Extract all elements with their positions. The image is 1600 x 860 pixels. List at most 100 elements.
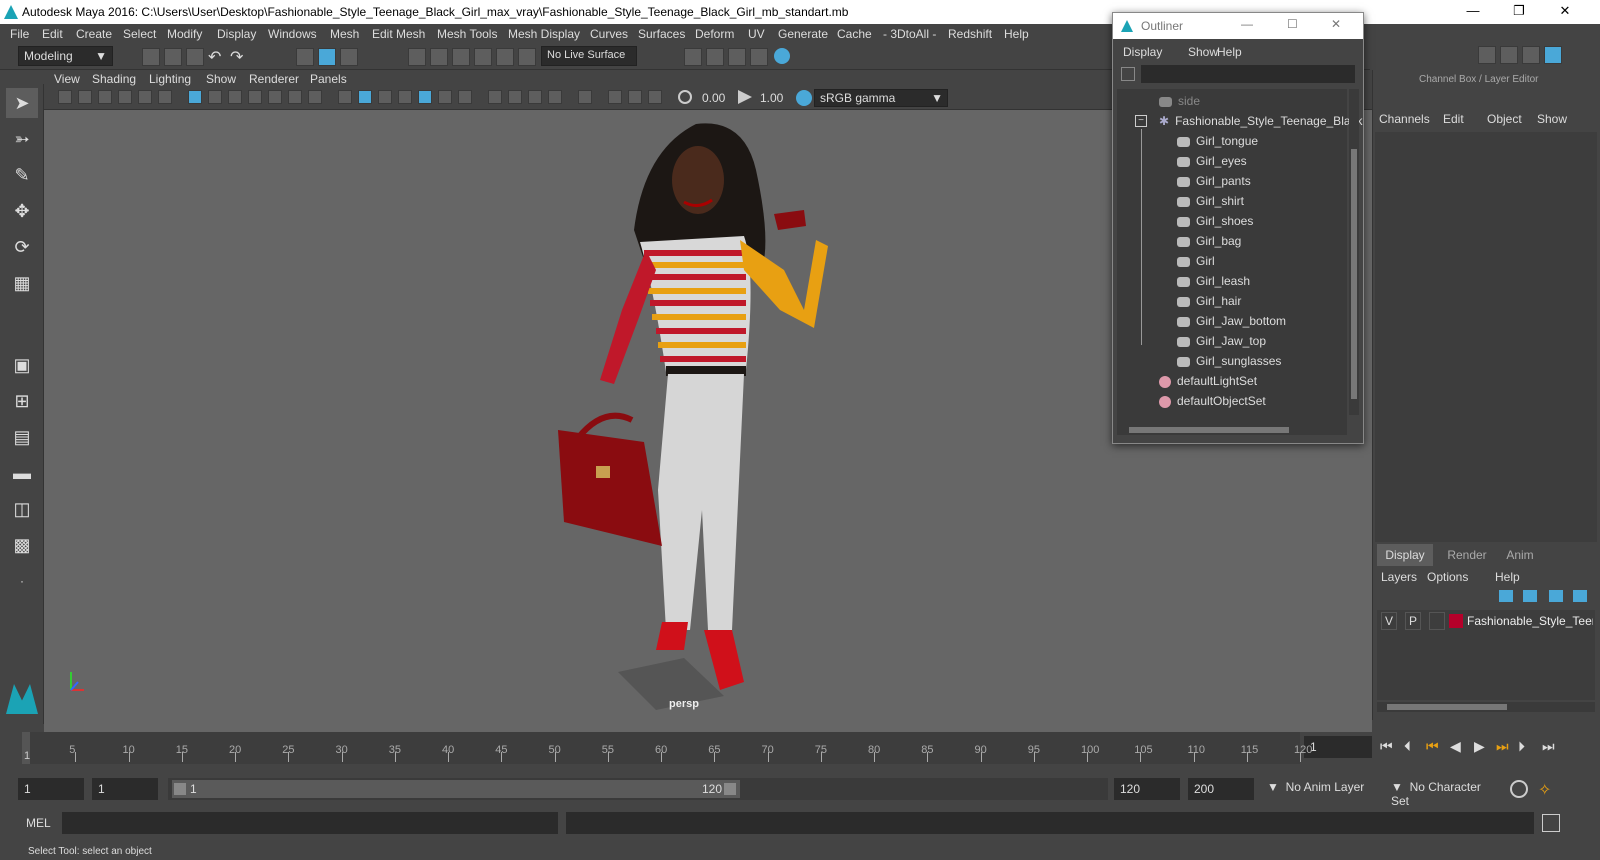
menu-mesh[interactable]: Mesh bbox=[330, 27, 359, 41]
tab-anim[interactable]: Anim bbox=[1495, 544, 1545, 566]
lights-icon[interactable] bbox=[438, 90, 452, 104]
color-space-dropdown[interactable]: sRGB gamma ▼ bbox=[814, 89, 948, 107]
outliner-menu-show[interactable]: Show bbox=[1188, 45, 1218, 59]
restore-button[interactable]: ❐ bbox=[1496, 0, 1542, 24]
outliner-item[interactable]: Girl_eyes bbox=[1177, 151, 1247, 171]
step-back-icon[interactable]: ⏴ bbox=[1404, 738, 1411, 755]
snap-grid-icon[interactable] bbox=[408, 48, 426, 66]
outliner-item[interactable]: Girl_pants bbox=[1177, 171, 1251, 191]
grid-toggle-icon[interactable] bbox=[188, 90, 202, 104]
snap-point-icon[interactable] bbox=[452, 48, 470, 66]
filter-icon[interactable] bbox=[1121, 67, 1135, 81]
snap-live-icon[interactable] bbox=[518, 48, 536, 66]
go-to-start-icon[interactable]: ⏮ bbox=[1380, 738, 1393, 755]
select-hierarchy-icon[interactable] bbox=[296, 48, 314, 66]
gate-mask-icon[interactable] bbox=[248, 90, 262, 104]
panel-menu-renderer[interactable]: Renderer bbox=[249, 72, 299, 86]
xray-joints-icon[interactable] bbox=[628, 90, 642, 104]
new-layer-selected-icon[interactable] bbox=[1573, 590, 1587, 602]
outliner-item[interactable]: Girl_tongue bbox=[1177, 131, 1258, 151]
panel-menu-show[interactable]: Show bbox=[206, 72, 236, 86]
paint-select-icon[interactable]: ✎ bbox=[6, 160, 38, 190]
new-scene-icon[interactable] bbox=[142, 48, 160, 66]
hypershade-icon[interactable] bbox=[774, 48, 790, 64]
safe-action-icon[interactable] bbox=[288, 90, 302, 104]
outliner-item[interactable]: Girl_sunglasses bbox=[1177, 351, 1281, 371]
playback-start-field[interactable]: 1 bbox=[92, 778, 158, 800]
outliner-item[interactable]: Girl_hair bbox=[1177, 291, 1241, 311]
outliner-item[interactable]: Girl_bag bbox=[1177, 231, 1241, 251]
outliner-item[interactable]: Girl_Jaw_top bbox=[1177, 331, 1266, 351]
color-management-icon[interactable] bbox=[796, 90, 812, 106]
outliner-item[interactable]: Girl_Jaw_bottom bbox=[1177, 311, 1286, 331]
mel-input[interactable] bbox=[62, 812, 558, 834]
render-frame-icon[interactable] bbox=[684, 48, 702, 66]
redo-icon[interactable]: ↷ bbox=[230, 47, 243, 67]
range-start-handle[interactable] bbox=[174, 783, 186, 795]
more-layouts-icon[interactable]: · bbox=[6, 566, 38, 596]
select-tool-icon[interactable]: ➤ bbox=[6, 88, 38, 118]
tab-display[interactable]: Display bbox=[1377, 544, 1433, 566]
step-forward-key-icon[interactable]: ⏭ bbox=[1496, 738, 1509, 755]
step-back-key-icon[interactable]: ⏮ bbox=[1426, 738, 1439, 755]
playback-end-field[interactable]: 120 bbox=[1114, 778, 1180, 800]
menu-generate[interactable]: Generate bbox=[778, 27, 828, 41]
menu-uv[interactable]: UV bbox=[748, 27, 765, 41]
panel-menu-lighting[interactable]: Lighting bbox=[149, 72, 191, 86]
scroll-thumb[interactable] bbox=[1129, 427, 1289, 433]
panel-menu-panels[interactable]: Panels bbox=[310, 72, 347, 86]
outliner-menu-display[interactable]: Display bbox=[1123, 45, 1162, 59]
resolution-gate-icon[interactable] bbox=[228, 90, 242, 104]
menu-curves[interactable]: Curves bbox=[590, 27, 628, 41]
default-material-icon[interactable] bbox=[378, 90, 392, 104]
close-button[interactable]: ✕ bbox=[1542, 0, 1588, 24]
step-forward-icon[interactable]: ⏵ bbox=[1518, 738, 1525, 755]
xray-icon[interactable] bbox=[608, 90, 622, 104]
menu-surfaces[interactable]: Surfaces bbox=[638, 27, 685, 41]
menu-edit[interactable]: Edit bbox=[42, 27, 63, 41]
snap-plane-icon[interactable] bbox=[474, 48, 492, 66]
outliner-vscrollbar[interactable] bbox=[1349, 89, 1359, 415]
outliner-search-input[interactable] bbox=[1141, 65, 1355, 83]
outliner-item[interactable]: ✱ Fashionable_Style_Teenage_Black bbox=[1159, 111, 1363, 131]
outliner-item[interactable]: Girl bbox=[1177, 251, 1215, 271]
camera-attributes-icon[interactable] bbox=[78, 90, 92, 104]
range-bar[interactable]: 1 120 bbox=[172, 780, 740, 798]
gamma-icon[interactable] bbox=[738, 90, 752, 104]
depth-of-field-icon[interactable] bbox=[548, 90, 562, 104]
outliner-item[interactable]: Girl_shoes bbox=[1177, 211, 1253, 231]
layer-playback-toggle[interactable]: P bbox=[1405, 612, 1421, 630]
outliner-item[interactable]: side bbox=[1159, 91, 1200, 111]
2d-pan-zoom-icon[interactable] bbox=[138, 90, 152, 104]
script-editor-icon[interactable] bbox=[1542, 814, 1560, 832]
menu-display[interactable]: Display bbox=[217, 27, 256, 41]
outliner-titlebar[interactable]: Outliner — ☐ ✕ bbox=[1113, 13, 1363, 39]
minimize-button[interactable]: — bbox=[1450, 0, 1496, 24]
panel-menu-view[interactable]: View bbox=[54, 72, 80, 86]
outliner-item[interactable]: Girl_leash bbox=[1177, 271, 1250, 291]
start-time-field[interactable]: 1 bbox=[18, 778, 84, 800]
camera-select-icon[interactable] bbox=[58, 90, 72, 104]
tab-render[interactable]: Render bbox=[1439, 544, 1495, 566]
graph-layout-icon[interactable]: ▬ bbox=[6, 458, 38, 488]
film-gate-icon[interactable] bbox=[208, 90, 222, 104]
object-menu[interactable]: Object bbox=[1487, 112, 1522, 126]
hypershade-layout-icon[interactable]: ◫ bbox=[6, 494, 38, 524]
single-pane-layout-icon[interactable]: ▣ bbox=[6, 350, 38, 380]
menu-redshift[interactable]: Redshift bbox=[948, 27, 992, 41]
help-menu[interactable]: Help bbox=[1495, 570, 1520, 584]
options-menu[interactable]: Options bbox=[1427, 570, 1468, 584]
save-scene-icon[interactable] bbox=[186, 48, 204, 66]
scale-tool-icon[interactable]: ▦ bbox=[6, 268, 38, 298]
outliner-minimize-button[interactable]: — bbox=[1241, 17, 1253, 31]
layers-menu[interactable]: Layers bbox=[1381, 570, 1417, 584]
field-chart-icon[interactable] bbox=[268, 90, 282, 104]
wireframe-on-shaded-icon[interactable] bbox=[398, 90, 412, 104]
grease-pencil-icon[interactable] bbox=[158, 90, 172, 104]
render-layout-icon[interactable]: ▩ bbox=[6, 530, 38, 560]
ipr-render-icon[interactable] bbox=[728, 48, 746, 66]
outliner-item[interactable]: defaultLightSet bbox=[1159, 371, 1257, 391]
menu-modify[interactable]: Modify bbox=[167, 27, 202, 41]
menu-file[interactable]: File bbox=[10, 27, 29, 41]
show-menu[interactable]: Show bbox=[1537, 112, 1567, 126]
